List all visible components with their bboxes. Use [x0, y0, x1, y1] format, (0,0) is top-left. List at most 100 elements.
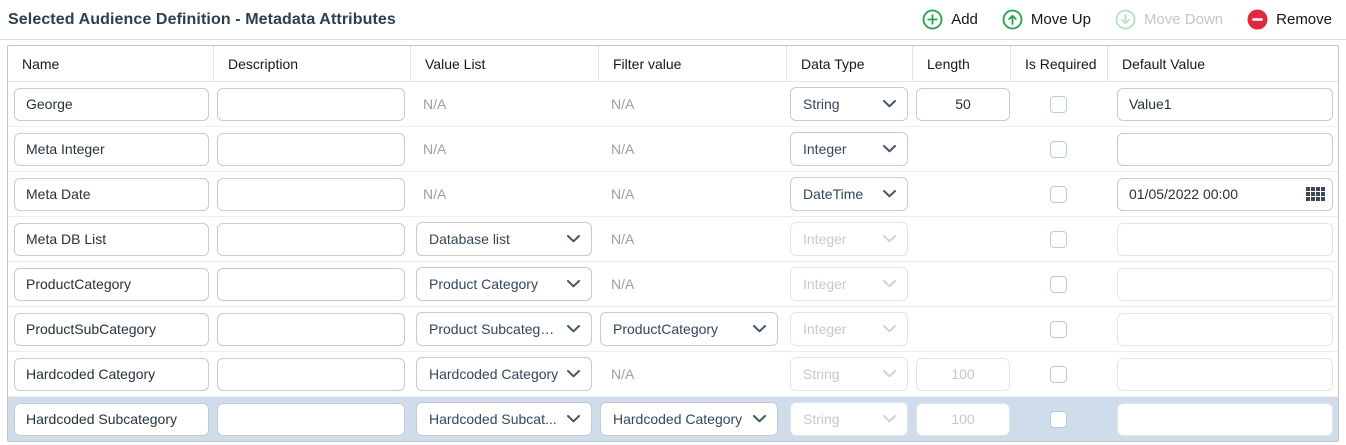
calendar-icon[interactable]: [1306, 187, 1325, 201]
is-required-checkbox[interactable]: [1050, 276, 1067, 293]
value-list-select[interactable]: Product Subcatego...: [416, 312, 592, 346]
default-value-input[interactable]: [1117, 178, 1333, 211]
table-row[interactable]: Hardcoded Subcat...Hardcoded Category Str…: [8, 397, 1338, 441]
description-input[interactable]: [217, 223, 405, 256]
table-cell: [912, 397, 1010, 441]
value-list-select-label: Product Subcatego...: [429, 321, 559, 337]
table-row[interactable]: Product CategoryN/AInteger: [8, 262, 1338, 307]
table-cell: [8, 352, 213, 396]
column-header-value-list: Value List: [410, 46, 598, 81]
table-cell: Hardcoded Subcat...: [410, 397, 598, 441]
arrow-down-circle-icon: [1115, 9, 1136, 30]
table-cell: [1010, 217, 1107, 261]
data-type-select[interactable]: Integer: [790, 132, 908, 166]
table-cell: [8, 172, 213, 216]
chevron-down-icon: [883, 100, 896, 108]
move-down-button-label: Move Down: [1144, 11, 1223, 28]
description-input[interactable]: [217, 88, 405, 121]
table-cell: String: [786, 352, 912, 396]
description-input[interactable]: [217, 358, 405, 391]
value-list-select[interactable]: Product Category: [416, 267, 592, 301]
is-required-checkbox[interactable]: [1050, 321, 1067, 338]
table-cell: [213, 262, 410, 306]
name-input[interactable]: [14, 313, 209, 346]
description-input[interactable]: [217, 178, 405, 211]
description-input[interactable]: [217, 133, 405, 166]
chevron-down-icon: [567, 370, 580, 378]
chevron-down-icon: [883, 280, 896, 288]
table-row[interactable]: Hardcoded Category N/A String: [8, 352, 1338, 397]
table-cell: [8, 82, 213, 126]
data-type-select: Integer: [790, 222, 908, 256]
table-row[interactable]: N/AN/ADateTime: [8, 172, 1338, 217]
table-cell: N/A: [410, 82, 598, 126]
table-cell: [912, 217, 1010, 261]
table-header-row: Name Description Value List Filter value…: [8, 46, 1338, 82]
chevron-down-icon: [753, 325, 766, 333]
data-type-select: String: [790, 402, 908, 436]
remove-button[interactable]: Remove: [1247, 9, 1332, 30]
filter-value-na-text: N/A: [598, 186, 634, 202]
name-input[interactable]: [14, 223, 209, 256]
default-value-input: [1117, 358, 1333, 391]
default-value-input: [1117, 268, 1333, 301]
table-cell: [213, 217, 410, 261]
table-cell: [213, 82, 410, 126]
length-input[interactable]: [916, 88, 1010, 121]
remove-icon: [1247, 9, 1268, 30]
is-required-checkbox[interactable]: [1050, 96, 1067, 113]
name-input[interactable]: [14, 268, 209, 301]
name-input[interactable]: [14, 133, 209, 166]
filter-value-select[interactable]: ProductCategory: [600, 312, 778, 346]
filter-value-na-text: N/A: [598, 96, 634, 112]
add-button-label: Add: [951, 11, 978, 28]
is-required-checkbox[interactable]: [1050, 411, 1067, 428]
table-row[interactable]: N/AN/A String: [8, 82, 1338, 127]
table-row[interactable]: Product Subcatego...ProductCategoryInteg…: [8, 307, 1338, 352]
table-body: N/AN/AStringN/AN/AIntegerN/AN/ADateTimeD…: [8, 82, 1338, 441]
table-cell: [8, 307, 213, 351]
name-input[interactable]: [14, 358, 209, 391]
move-up-button[interactable]: Move Up: [1002, 9, 1091, 30]
table-cell: Product Subcatego...: [410, 307, 598, 351]
value-list-select[interactable]: Hardcoded Category: [416, 357, 592, 391]
data-type-select[interactable]: String: [790, 87, 908, 121]
description-input[interactable]: [217, 313, 405, 346]
add-button[interactable]: Add: [922, 9, 978, 30]
data-type-select-label: Integer: [803, 141, 847, 157]
is-required-checkbox[interactable]: [1050, 231, 1067, 248]
chevron-down-icon: [567, 325, 580, 333]
move-down-button: Move Down: [1115, 9, 1223, 30]
name-input[interactable]: [14, 178, 209, 211]
table-cell: [8, 262, 213, 306]
name-input[interactable]: [14, 403, 209, 436]
data-type-select: Integer: [790, 267, 908, 301]
table-cell: [8, 217, 213, 261]
value-list-select[interactable]: Database list: [416, 222, 592, 256]
is-required-checkbox[interactable]: [1050, 366, 1067, 383]
is-required-checkbox[interactable]: [1050, 141, 1067, 158]
table-cell: [1107, 217, 1338, 261]
table-cell: [912, 82, 1010, 126]
column-header-is-required: Is Required: [1010, 46, 1107, 81]
is-required-checkbox[interactable]: [1050, 186, 1067, 203]
table-cell: Hardcoded Category: [410, 352, 598, 396]
value-list-select-label: Database list: [429, 231, 510, 247]
filter-value-na-text: N/A: [598, 366, 634, 382]
value-list-select[interactable]: Hardcoded Subcat...: [416, 402, 592, 436]
table-row[interactable]: N/AN/AInteger: [8, 127, 1338, 172]
toolbar: Selected Audience Definition - Metadata …: [0, 0, 1346, 40]
default-value-input[interactable]: [1117, 133, 1333, 166]
default-value-input[interactable]: [1117, 88, 1333, 121]
table-row[interactable]: Database listN/AInteger: [8, 217, 1338, 262]
table-cell: [213, 352, 410, 396]
name-input[interactable]: [14, 88, 209, 121]
filter-value-select[interactable]: Hardcoded Category: [600, 402, 778, 436]
chevron-down-icon: [883, 415, 896, 423]
description-input[interactable]: [217, 268, 405, 301]
data-type-select[interactable]: DateTime: [790, 177, 908, 211]
chevron-down-icon: [883, 145, 896, 153]
description-input[interactable]: [217, 403, 405, 436]
column-header-filter-value: Filter value: [598, 46, 786, 81]
table-cell: String: [786, 82, 912, 126]
